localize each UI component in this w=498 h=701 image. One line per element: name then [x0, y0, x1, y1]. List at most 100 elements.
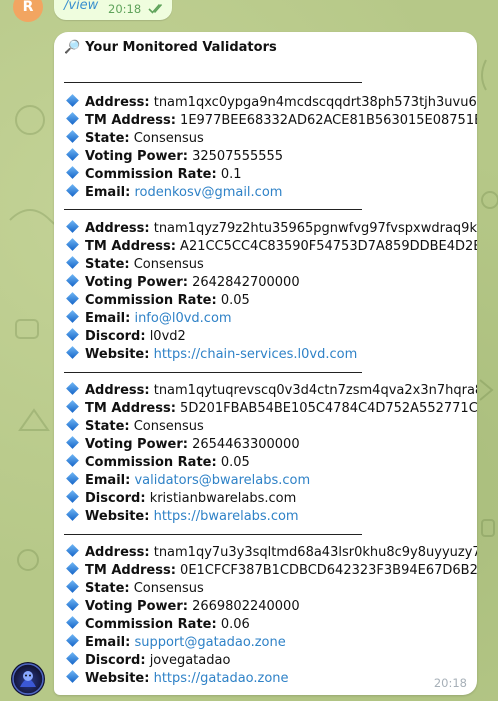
discord-value: jovegatadao: [149, 653, 231, 668]
commission-rate-label: Commission Rate:: [85, 617, 217, 632]
validator-commission-rate-row: Commission Rate: 0.06: [66, 616, 250, 633]
discord-label: Discord:: [85, 329, 146, 344]
blue-diamond-icon: [66, 634, 79, 647]
validator-voting-power-row: Voting Power: 2669802240000: [66, 598, 300, 615]
tm-address-value: 5D201FBAB54BE105C4784C4D752A552771CD1238: [180, 401, 477, 416]
validator-discord-row: Discord: kristianbwarelabs.com: [66, 490, 296, 507]
blue-diamond-icon: [66, 490, 79, 503]
email-link[interactable]: info@l0vd.com: [134, 311, 231, 326]
validator-address-row: Address: tnam1qytuqrevscq0v3d4ctn7zsm4qv…: [66, 382, 477, 399]
separator-line: [64, 82, 362, 83]
blue-diamond-icon: [66, 580, 79, 593]
address-value: tnam1qy7u3y3sqltmd68a43lsr0khu8c9y8uyyuz…: [153, 545, 477, 560]
website-link[interactable]: https://gatadao.zone: [154, 671, 289, 686]
voting-power-label: Voting Power:: [85, 275, 188, 290]
validator-address-row: Address: tnam1qxc0ypga9n4mcdscqqdrt38ph5…: [66, 94, 477, 111]
tm-address-value: A21CC5CC4C83590F54753D7A859DDBE4D2BDBE5E: [180, 239, 477, 254]
state-label: State:: [85, 581, 130, 596]
separator-line: [64, 534, 362, 535]
email-label: Email:: [85, 635, 131, 650]
blue-diamond-icon: [66, 148, 79, 161]
tm-address-label: TM Address:: [85, 113, 176, 128]
validator-state-row: State: Consensus: [66, 418, 204, 435]
avatar-letter: R: [22, 0, 34, 15]
validator-voting-power-row: Voting Power: 2642842700000: [66, 274, 300, 291]
discord-label: Discord:: [85, 653, 146, 668]
voting-power-value: 32507555555: [192, 149, 284, 164]
blue-diamond-icon: [66, 670, 79, 683]
commission-rate-value: 0.05: [220, 455, 250, 470]
website-link[interactable]: https://chain-services.l0vd.com: [154, 347, 358, 362]
address-label: Address:: [85, 221, 150, 236]
title-text: Your Monitored Validators: [85, 40, 277, 55]
commission-rate-label: Commission Rate:: [85, 455, 217, 470]
email-label: Email:: [85, 311, 131, 326]
website-label: Website:: [85, 671, 150, 686]
validators-message[interactable]: 🔎 Your Monitored Validators Address: tnam…: [54, 32, 477, 695]
magnifier-icon: 🔎: [64, 40, 81, 55]
tm-address-value: 0E1CFCF387B1CDBCD642323F3B94E67D6B2F931A: [180, 563, 477, 578]
voting-power-label: Voting Power:: [85, 437, 188, 452]
blue-diamond-icon: [66, 616, 79, 629]
state-label: State:: [85, 131, 130, 146]
commission-rate-label: Commission Rate:: [85, 167, 217, 182]
state-value: Consensus: [133, 131, 204, 146]
voting-power-label: Voting Power:: [85, 149, 188, 164]
validator-website-row: Website: https://gatadao.zone: [66, 670, 289, 687]
website-link[interactable]: https://bwarelabs.com: [154, 509, 299, 524]
blue-diamond-icon: [66, 328, 79, 341]
state-value: Consensus: [133, 419, 204, 434]
discord-label: Discord:: [85, 491, 146, 506]
tm-address-label: TM Address:: [85, 401, 176, 416]
commission-rate-value: 0.05: [220, 293, 250, 308]
message-title: 🔎 Your Monitored Validators: [64, 40, 277, 55]
validator-email-row: Email: info@l0vd.com: [66, 310, 232, 327]
robot-avatar-icon: [12, 663, 44, 695]
validator-address-row: Address: tnam1qyz79z2htu35965pgnwfvg97fv…: [66, 220, 477, 237]
email-link[interactable]: support@gatadao.zone: [134, 635, 285, 650]
email-link[interactable]: validators@bwarelabs.com: [134, 473, 310, 488]
blue-diamond-icon: [66, 274, 79, 287]
blue-diamond-icon: [66, 544, 79, 557]
validator-email-row: Email: support@gatadao.zone: [66, 634, 286, 651]
validator-commission-rate-row: Commission Rate: 0.05: [66, 292, 250, 309]
command-link[interactable]: /view: [64, 0, 98, 13]
commission-rate-value: 0.06: [220, 617, 250, 632]
separator-line: [64, 372, 362, 373]
blue-diamond-icon: [66, 184, 79, 197]
validator-voting-power-row: Voting Power: 2654463300000: [66, 436, 300, 453]
blue-diamond-icon: [66, 130, 79, 143]
address-value: tnam1qxc0ypga9n4mcdscqqdrt38ph573tjh3uvu…: [153, 95, 477, 110]
voting-power-value: 2654463300000: [192, 437, 300, 452]
tm-address-label: TM Address:: [85, 239, 176, 254]
blue-diamond-icon: [66, 310, 79, 323]
validator-tm-address-row: TM Address: 5D201FBAB54BE105C4784C4D752A…: [66, 400, 477, 417]
validator-discord-row: Discord: jovegatadao: [66, 652, 230, 669]
blue-diamond-icon: [66, 652, 79, 665]
separator-line: [64, 209, 362, 210]
blue-diamond-icon: [66, 94, 79, 107]
validator-email-row: Email: validators@bwarelabs.com: [66, 472, 310, 489]
message-time: 20:18: [108, 2, 142, 16]
validator-website-row: Website: https://chain-services.l0vd.com: [66, 346, 357, 363]
blue-diamond-icon: [66, 472, 79, 485]
tm-address-value: 1E977BEE68332AD62ACE81B563015E08751BE7D2: [180, 113, 477, 128]
discord-value: l0vd2: [149, 329, 186, 344]
validator-address-row: Address: tnam1qy7u3y3sqltmd68a43lsr0khu8…: [66, 544, 477, 561]
blue-diamond-icon: [66, 508, 79, 521]
blue-diamond-icon: [66, 382, 79, 395]
email-link[interactable]: rodenkosv@gmail.com: [134, 185, 282, 200]
tm-address-label: TM Address:: [85, 563, 176, 578]
validator-voting-power-row: Voting Power: 32507555555: [66, 148, 283, 165]
bot-avatar[interactable]: [11, 662, 45, 696]
validator-state-row: State: Consensus: [66, 130, 204, 147]
outgoing-message[interactable]: /view 20:18: [54, 0, 172, 20]
voting-power-value: 2642842700000: [192, 275, 300, 290]
blue-diamond-icon: [66, 418, 79, 431]
blue-diamond-icon: [66, 292, 79, 305]
address-value: tnam1qytuqrevscq0v3d4ctn7zsm4qva2x3n7hqr…: [153, 383, 477, 398]
blue-diamond-icon: [66, 166, 79, 179]
validator-commission-rate-row: Commission Rate: 0.1: [66, 166, 242, 183]
blue-diamond-icon: [66, 346, 79, 359]
blue-diamond-icon: [66, 598, 79, 611]
